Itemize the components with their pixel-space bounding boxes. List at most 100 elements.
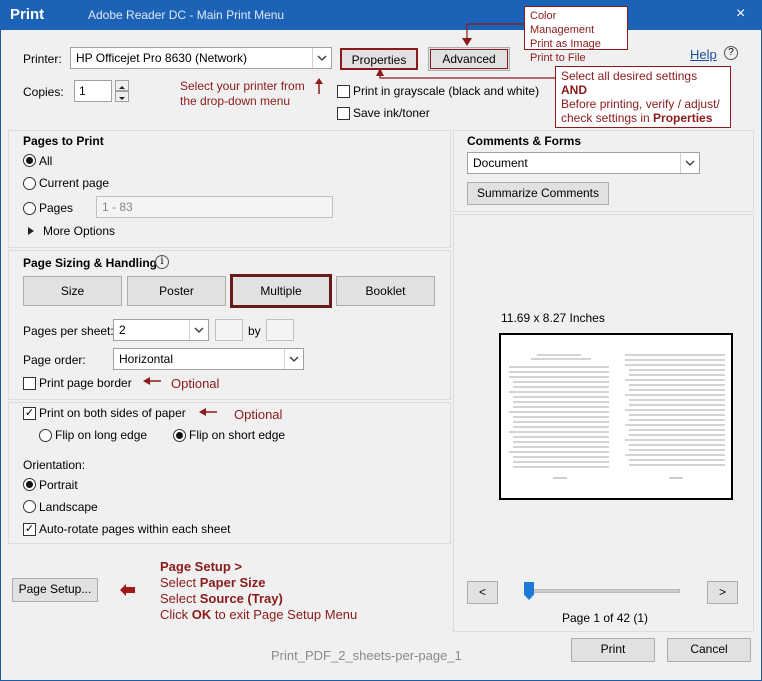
properties-arrow-icon	[376, 68, 556, 79]
page-setup-button[interactable]: Page Setup...	[12, 578, 98, 602]
cancel-button[interactable]: Cancel	[667, 638, 751, 662]
printer-tip-2: the drop-down menu	[180, 94, 291, 108]
setup-note-2a: Select	[160, 575, 200, 590]
page-border-checkbox[interactable]	[23, 377, 36, 390]
save-ink-label: Save ink/toner	[353, 106, 430, 120]
page-slider-track[interactable]	[528, 589, 680, 593]
portrait-radio[interactable]	[23, 478, 36, 491]
page-order-label: Page order:	[23, 353, 86, 367]
tab-poster[interactable]: Poster	[127, 276, 226, 306]
grayscale-checkbox[interactable]	[337, 85, 350, 98]
chevron-down-icon	[194, 327, 204, 333]
setup-note-2b: Paper Size	[199, 575, 266, 590]
info-icon[interactable]: i	[155, 255, 169, 269]
expand-triangle-icon[interactable]	[27, 226, 35, 236]
autorotate-checkbox[interactable]: ✓	[23, 523, 36, 536]
comments-heading: Comments & Forms	[467, 134, 582, 148]
current-page-radio[interactable]	[23, 177, 36, 190]
window-title: Print	[10, 6, 45, 23]
image-caption: Print_PDF_2_sheets-per-page_1	[271, 648, 462, 663]
current-page-label: Current page	[39, 176, 110, 190]
advanced-note-2: Print as Image	[530, 38, 601, 50]
grayscale-label: Print in grayscale (black and white)	[353, 84, 540, 98]
comments-value: Document	[473, 156, 528, 170]
prev-page-button[interactable]: <	[467, 581, 498, 604]
settings-tip-4b: Properties	[653, 111, 713, 125]
page-order-value: Horizontal	[119, 352, 174, 366]
advanced-label: Advanced	[430, 49, 508, 69]
pages-range-label: Pages	[39, 201, 74, 215]
tab-booklet[interactable]: Booklet	[336, 276, 435, 306]
flip-short-label: Flip on short edge	[189, 428, 286, 442]
settings-annotation: Select all desired settings AND Before p…	[555, 66, 731, 128]
copies-down-button[interactable]	[115, 91, 129, 102]
settings-tip-3: Before printing, verify / adjust/	[561, 97, 720, 111]
pages-range-radio[interactable]	[23, 202, 36, 215]
page-sizing-heading: Page Sizing & Handling	[23, 256, 158, 270]
setup-note-4a: Click	[160, 607, 192, 622]
pages-per-sheet-value: 2	[119, 323, 126, 337]
chevron-down-icon	[289, 356, 299, 362]
copies-input[interactable]: 1	[74, 80, 112, 102]
setup-note-1: Page Setup >	[160, 559, 242, 574]
flip-short-radio[interactable]	[173, 429, 186, 442]
printer-tip-1: Select your printer from	[180, 79, 305, 93]
setup-note-4c: to exit Page Setup Menu	[211, 607, 358, 622]
advanced-note-1: Color Management	[530, 10, 595, 36]
page-order-select[interactable]: Horizontal	[113, 348, 304, 370]
tab-size[interactable]: Size	[23, 276, 122, 306]
copies-up-button[interactable]	[115, 80, 129, 91]
page-border-label: Print page border	[39, 376, 132, 390]
pages-per-sheet-label: Pages per sheet:	[23, 324, 114, 338]
pages-range-input[interactable]: 1 - 83	[96, 196, 333, 218]
pages-per-sheet-cols[interactable]	[215, 319, 243, 341]
tab-multiple[interactable]: Multiple	[230, 274, 332, 308]
optional-note-1: Optional	[171, 376, 220, 391]
arrow-left-icon	[143, 377, 161, 385]
pages-per-sheet-rows[interactable]	[266, 319, 294, 341]
paper-size-label: 11.69 x 8.27 Inches	[501, 311, 605, 325]
portrait-label: Portrait	[39, 478, 78, 492]
both-sides-checkbox[interactable]: ✓	[23, 407, 36, 420]
caret-down-icon	[119, 97, 125, 100]
printer-select[interactable]: HP Officejet Pro 8630 (Network)	[70, 47, 332, 69]
advanced-annotation: Color Management Print as Image Print to…	[524, 6, 628, 64]
page-setup-annotation: Page Setup > Select Paper Size Select So…	[160, 559, 357, 623]
settings-tip-1: Select all desired settings	[561, 69, 698, 83]
pages-per-sheet-select[interactable]: 2	[113, 319, 209, 341]
settings-tip-4a: check settings in	[561, 111, 654, 125]
setup-note-3b: Source (Tray)	[199, 591, 283, 606]
printer-label: Printer:	[23, 52, 62, 66]
setup-note-4b: OK	[191, 607, 212, 622]
printer-value: HP Officejet Pro 8630 (Network)	[76, 51, 247, 65]
autorotate-label: Auto-rotate pages within each sheet	[39, 522, 231, 536]
comments-select[interactable]: Document	[467, 152, 700, 174]
flip-long-radio[interactable]	[39, 429, 52, 442]
chevron-down-icon	[685, 160, 695, 166]
close-icon[interactable]: ×	[736, 5, 745, 23]
properties-button[interactable]: Properties	[340, 48, 418, 70]
save-ink-checkbox[interactable]	[337, 107, 350, 120]
all-pages-radio[interactable]	[23, 154, 36, 167]
print-button[interactable]: Print	[571, 638, 655, 662]
landscape-radio[interactable]	[23, 500, 36, 513]
arrow-left-icon	[199, 408, 217, 416]
flip-long-label: Flip on long edge	[55, 428, 148, 442]
orientation-label: Orientation:	[23, 458, 86, 472]
both-sides-label: Print on both sides of paper	[39, 406, 186, 420]
by-label: by	[248, 324, 261, 338]
preview-thumbnail	[509, 354, 725, 479]
landscape-label: Landscape	[39, 500, 98, 514]
chevron-down-icon	[317, 55, 327, 61]
help-link[interactable]: Help	[690, 47, 717, 62]
next-page-button[interactable]: >	[707, 581, 738, 604]
page-info: Page 1 of 42 (1)	[562, 611, 649, 625]
setup-note-3a: Select	[160, 591, 200, 606]
summarize-comments-button[interactable]: Summarize Comments	[467, 182, 609, 205]
window-subtitle: Adobe Reader DC - Main Print Menu	[88, 8, 285, 22]
title-bar: Print Adobe Reader DC - Main Print Menu …	[0, 0, 762, 30]
advanced-arrow-icon	[462, 23, 525, 46]
more-options-link[interactable]: More Options	[43, 224, 115, 238]
optional-note-2: Optional	[234, 407, 283, 422]
help-icon[interactable]: ?	[724, 46, 738, 60]
